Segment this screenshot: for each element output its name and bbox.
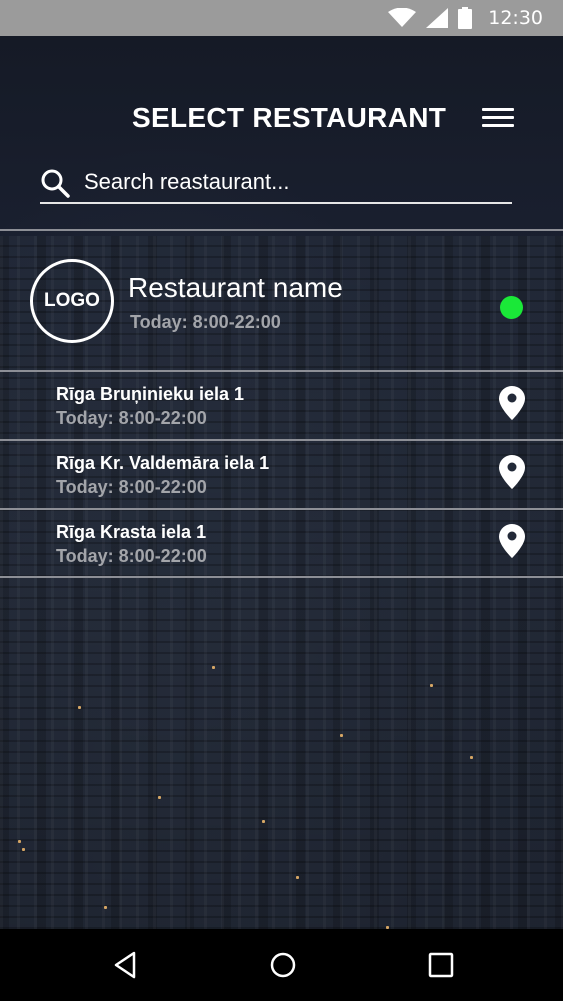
location-hours: Today: 8:00-22:00 [56,546,207,566]
hamburger-menu-icon[interactable] [482,108,514,130]
location-name: Rīga Bruņinieku iela 1 [56,384,245,404]
wifi-icon [388,8,417,27]
restaurant-hours: Today: 8:00-22:00 [130,312,281,332]
header: SELECT RESTAURANT [0,100,563,140]
home-icon[interactable] [265,947,301,983]
navigation-bar [0,929,563,1001]
status-time: 12:30 [488,7,543,29]
location-name: Rīga Krasta iela 1 [56,522,207,542]
cell-signal-icon [426,8,449,28]
screen-background: SELECT RESTAURANT LOGO Restaurant name T… [0,36,563,929]
divider [0,229,563,231]
location-pin-icon[interactable] [499,386,525,420]
location-item[interactable]: Rīga Kr. Valdemāra iela 1 Today: 8:00-22… [0,441,563,509]
search-input[interactable] [84,166,504,198]
location-pin-icon[interactable] [499,524,525,558]
open-status-indicator [500,296,523,319]
back-icon[interactable] [108,947,144,983]
search-icon[interactable] [40,168,70,198]
location-hours: Today: 8:00-22:00 [56,477,207,497]
location-name: Rīga Kr. Valdemāra iela 1 [56,453,270,473]
page-title: SELECT RESTAURANT [132,102,447,133]
status-bar: 12:30 [0,0,563,36]
divider [0,576,563,578]
location-item[interactable]: Rīga Bruņinieku iela 1 Today: 8:00-22:00 [0,372,563,440]
restaurant-logo: LOGO [30,259,114,343]
restaurant-name: Restaurant name [128,272,343,303]
location-hours: Today: 8:00-22:00 [56,408,207,428]
recents-icon[interactable] [423,947,459,983]
restaurant-card[interactable]: LOGO Restaurant name Today: 8:00-22:00 [0,232,563,370]
search-bar [40,164,512,204]
location-item[interactable]: Rīga Krasta iela 1 Today: 8:00-22:00 [0,510,563,578]
battery-icon [458,7,473,29]
location-pin-icon[interactable] [499,455,525,489]
